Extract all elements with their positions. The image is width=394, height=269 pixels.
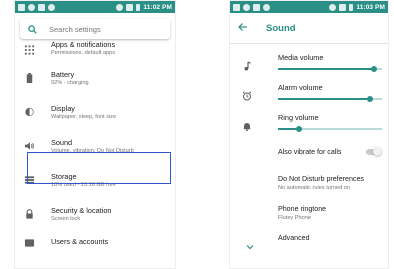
wifi-icon <box>339 3 347 11</box>
settings-item-subtitle: Screen lock <box>51 215 81 222</box>
settings-item-apps[interactable]: Apps & notifications Permissions, defaul… <box>15 39 175 61</box>
back-arrow-icon <box>238 23 247 31</box>
slider-thumb[interactable] <box>295 125 302 132</box>
slider-fill <box>278 68 374 70</box>
back-button[interactable] <box>238 19 248 37</box>
settings-item-title: Display <box>51 103 75 113</box>
wifi-icon <box>126 3 134 11</box>
notification-icon <box>28 3 35 11</box>
app-bar: Sound <box>230 13 388 43</box>
notification-icon <box>253 3 260 11</box>
settings-item-title: Security & location <box>51 205 112 215</box>
apps-grid-icon <box>24 45 35 56</box>
slider-thumb[interactable] <box>370 65 377 72</box>
bluetooth-icon <box>329 3 337 11</box>
settings-item-subtitle: Wallpaper, sleep, font size <box>51 113 117 120</box>
display-brightness-icon <box>24 107 35 118</box>
settings-item-title: Users & accounts <box>51 237 109 246</box>
selection-highlight-box <box>27 152 171 184</box>
phone-ringtone-row[interactable]: Phone ringtone Flutey Phone <box>230 197 388 228</box>
lock-icon <box>24 209 35 220</box>
page-title: Sound <box>266 22 296 34</box>
settings-item-subtitle: Permissions, default apps <box>51 50 116 56</box>
music-note-icon <box>242 58 252 71</box>
chevron-down-icon <box>246 238 254 250</box>
status-time: 11:02 PM <box>143 3 172 11</box>
settings-item-users[interactable]: Users & accounts <box>15 231 175 251</box>
settings-item-title: Battery <box>51 69 75 79</box>
sound-screen: 11:03 PM Sound Media volume Alarm volume <box>229 0 389 269</box>
alarm-volume-slider[interactable] <box>278 95 382 102</box>
volume-label: Alarm volume <box>278 83 323 92</box>
battery-icon <box>24 72 35 84</box>
advanced-row[interactable]: Advanced <box>230 228 388 252</box>
volume-label: Media volume <box>278 53 324 62</box>
bell-icon <box>242 118 252 132</box>
settings-item-subtitle: 92% - charging <box>51 79 89 86</box>
settings-item-display[interactable]: Display Wallpaper, sleep, font size <box>15 95 175 129</box>
volume-icon <box>24 141 35 152</box>
notification-icon <box>233 3 240 11</box>
battery-status-icon <box>349 3 354 11</box>
vibrate-label: Also vibrate for calls <box>278 148 342 156</box>
dnd-preferences-row[interactable]: Do Not Disturb preferences No automatic … <box>230 166 388 197</box>
media-volume-slider[interactable] <box>278 65 382 72</box>
dnd-title: Do Not Disturb preferences <box>278 175 364 183</box>
slider-thumb[interactable] <box>366 95 373 102</box>
settings-item-title: Apps & notifications <box>51 40 116 49</box>
dnd-subtitle: No automatic rules turned on <box>278 185 350 191</box>
battery-status-icon <box>136 3 141 11</box>
ringtone-title: Phone ringtone <box>278 205 327 213</box>
status-bar: 11:03 PM <box>230 1 388 13</box>
status-time: 11:03 PM <box>356 3 385 11</box>
advanced-title: Advanced <box>278 234 310 242</box>
notification-icon <box>263 3 270 11</box>
users-icon <box>24 238 35 249</box>
slider-fill <box>278 98 370 100</box>
search-settings-field[interactable]: Search settings <box>20 19 170 39</box>
notification-icon <box>243 3 250 11</box>
search-icon <box>28 24 37 34</box>
settings-item-security[interactable]: Security & location Screen lock <box>15 197 175 231</box>
vibrate-toggle[interactable] <box>366 147 382 156</box>
toggle-knob <box>373 147 382 156</box>
volume-label: Ring volume <box>278 113 319 122</box>
search-placeholder: Search settings <box>49 24 101 34</box>
ring-volume-row: Ring volume <box>230 110 388 140</box>
media-volume-row: Media volume <box>230 50 388 80</box>
ring-volume-slider[interactable] <box>278 125 382 132</box>
status-bar: 11:02 PM <box>15 1 175 13</box>
settings-item-title: Sound <box>51 137 73 147</box>
ringtone-subtitle: Flutey Phone <box>278 215 311 221</box>
vibrate-for-calls-row[interactable]: Also vibrate for calls <box>230 140 388 166</box>
bluetooth-icon <box>116 3 124 11</box>
settings-list: Apps & notifications Permissions, defaul… <box>15 39 175 251</box>
settings-item-battery[interactable]: Battery 92% - charging <box>15 61 175 95</box>
notification-icon <box>18 3 25 11</box>
alarm-volume-row: Alarm volume <box>230 80 388 110</box>
alarm-clock-icon <box>242 88 252 101</box>
settings-screen: 11:02 PM Search settings Apps & notifica… <box>14 0 176 269</box>
notification-icon <box>48 3 55 11</box>
notification-icon <box>38 3 45 11</box>
